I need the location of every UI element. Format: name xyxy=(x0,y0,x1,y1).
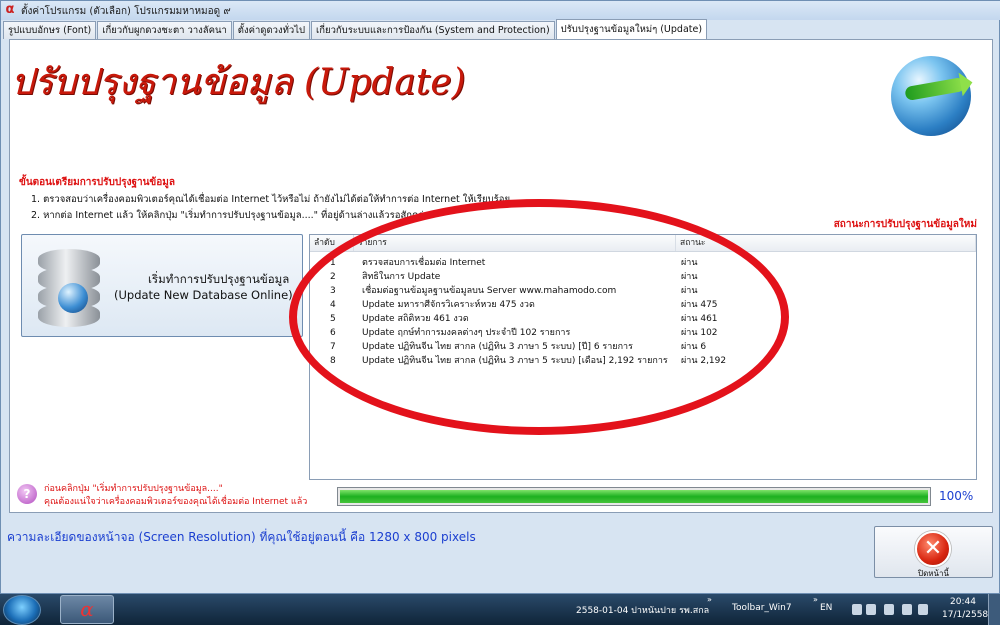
list-item[interactable]: 1 ตรวจสอบการเชื่อมต่อ Internet ผ่าน xyxy=(310,256,976,270)
globe-icon xyxy=(58,283,88,313)
windows-start-button[interactable] xyxy=(3,595,41,625)
list-item[interactable]: 6 Update ฤกษ์ทำการมงคลต่างๆ ประจำปี 102 ร… xyxy=(310,326,976,340)
language-indicator[interactable]: EN xyxy=(820,603,832,613)
globe-update-icon xyxy=(891,56,971,136)
progress-percent: 100% xyxy=(939,489,974,503)
toolbar-label[interactable]: Toolbar_Win7 xyxy=(732,603,792,613)
page-title: ปรับปรุงฐานข้อมูล (Update) xyxy=(11,62,466,103)
list-item[interactable]: 7 Update ปฏิทินจีน ไทย สากล (ปฏิทิน 3 ภาษ… xyxy=(310,340,976,354)
tray-flag-icon[interactable] xyxy=(918,604,928,615)
app-window: α ตั้งค่าโปรแกรม (ตัวเลือก) โปรแกรมมหาหม… xyxy=(0,0,1000,594)
tab-system-protection[interactable]: เกี่ยวกับระบบและการป้องกัน (System and P… xyxy=(311,21,555,39)
taskbar: α 2558-01-04 ปาหนันปาย รพ.สกล » Toolbar_… xyxy=(0,594,1000,625)
hint-line-1: ก่อนคลิกปุ่ม "เริ่มทำการปรับปรุงฐานข้อมู… xyxy=(44,484,223,494)
list-item[interactable]: 4 Update มหาราศีจักรวิเคราะห์หวย 475 งวดผ… xyxy=(310,298,976,312)
list-item[interactable]: 8 Update ปฏิทินจีน ไทย สากล (ปฏิทิน 3 ภาษ… xyxy=(310,354,976,368)
toolbar-chevron-icon-2[interactable]: » xyxy=(813,595,818,604)
screen-resolution-text: ความละเอียดของหน้าจอ (Screen Resolution)… xyxy=(7,530,476,544)
taskbar-app-icon[interactable]: α xyxy=(60,595,114,624)
update-status-list[interactable]: ลำดับ รายการ สถานะ 1 ตรวจสอบการเชื่อมต่อ … xyxy=(309,234,977,480)
help-bubble-icon: ? xyxy=(17,484,37,504)
column-header-no[interactable]: ลำดับ xyxy=(310,235,354,251)
list-item[interactable]: 3 เชื่อมต่อฐานข้อมูลฐานข้อมูลบน Server ww… xyxy=(310,284,976,298)
close-icon: ✕ xyxy=(915,531,951,567)
column-header-status[interactable]: สถานะ xyxy=(676,235,976,251)
app-logo-icon: α xyxy=(5,2,15,17)
toolbar-chevron-icon[interactable]: » xyxy=(707,595,712,604)
tab-general-settings[interactable]: ตั้งค่าดูดวงทั่วไป xyxy=(232,21,311,39)
tray-notify-icon[interactable] xyxy=(852,604,862,615)
tray-battery-icon[interactable] xyxy=(884,604,894,615)
update-progress-bar xyxy=(337,487,931,506)
tab-strip: รูปแบบอักษร (Font) เกี่ยวกับผูกดวงชะตา ว… xyxy=(3,19,708,39)
prep-step-1: 1. ตรวจสอบว่าเครื่องคอมพิวเตอร์คุณได้เชื… xyxy=(31,194,511,205)
start-update-button[interactable]: เริ่มทำการปรับปรุงฐานข้อมูล (Update New … xyxy=(21,234,303,337)
clock-time[interactable]: 20:44 xyxy=(950,597,976,607)
tab-horoscope[interactable]: เกี่ยวกับผูกดวงชะตา วางลัคนา xyxy=(97,21,232,39)
prep-heading: ขั้นตอนเตรียมการปรับปรุงฐานข้อมูล xyxy=(19,177,175,188)
start-button-sublabel: (Update New Database Online) xyxy=(114,288,293,302)
list-item[interactable]: 5 Update สถิติหวย 461 งวด ผ่าน 461 xyxy=(310,312,976,326)
show-desktop-button[interactable] xyxy=(988,594,1000,625)
close-page-button[interactable]: ✕ ปิดหน้านี้ xyxy=(874,526,993,578)
tray-volume-icon[interactable] xyxy=(902,604,912,615)
status-heading: สถานะการปรับปรุงฐานข้อมูลใหม่ xyxy=(833,219,977,230)
tab-font[interactable]: รูปแบบอักษร (Font) xyxy=(3,21,97,39)
close-button-label: ปิดหน้านี้ xyxy=(918,569,949,578)
progress-fill xyxy=(340,490,928,503)
taskbar-task-text[interactable]: 2558-01-04 ปาหนันปาย รพ.สกล xyxy=(576,603,709,617)
list-header: ลำดับ รายการ สถานะ xyxy=(310,235,976,252)
column-header-item[interactable]: รายการ xyxy=(354,235,676,251)
list-item[interactable]: 2 สิทธิในการ Update ผ่าน xyxy=(310,270,976,284)
tab-update[interactable]: ปรับปรุงฐานข้อมูลใหม่ๆ (Update) xyxy=(555,19,708,39)
hint-line-2: คุณต้องแน่ใจว่าเครื่องคอมพิวเตอร์ของคุณไ… xyxy=(44,497,308,507)
prep-step-2: 2. หากต่อ Internet แล้ว ให้คลิกปุ่ม "เริ… xyxy=(31,210,424,221)
tray-network-icon[interactable] xyxy=(866,604,876,615)
clock-date[interactable]: 17/1/2558 xyxy=(942,610,988,620)
window-title: ตั้งค่าโปรแกรม (ตัวเลือก) โปรแกรมมหาหมอด… xyxy=(21,6,231,17)
start-button-label: เริ่มทำการปรับปรุงฐานข้อมูล xyxy=(148,272,290,286)
title-bar: α ตั้งค่าโปรแกรม (ตัวเลือก) โปรแกรมมหาหม… xyxy=(1,1,1000,20)
